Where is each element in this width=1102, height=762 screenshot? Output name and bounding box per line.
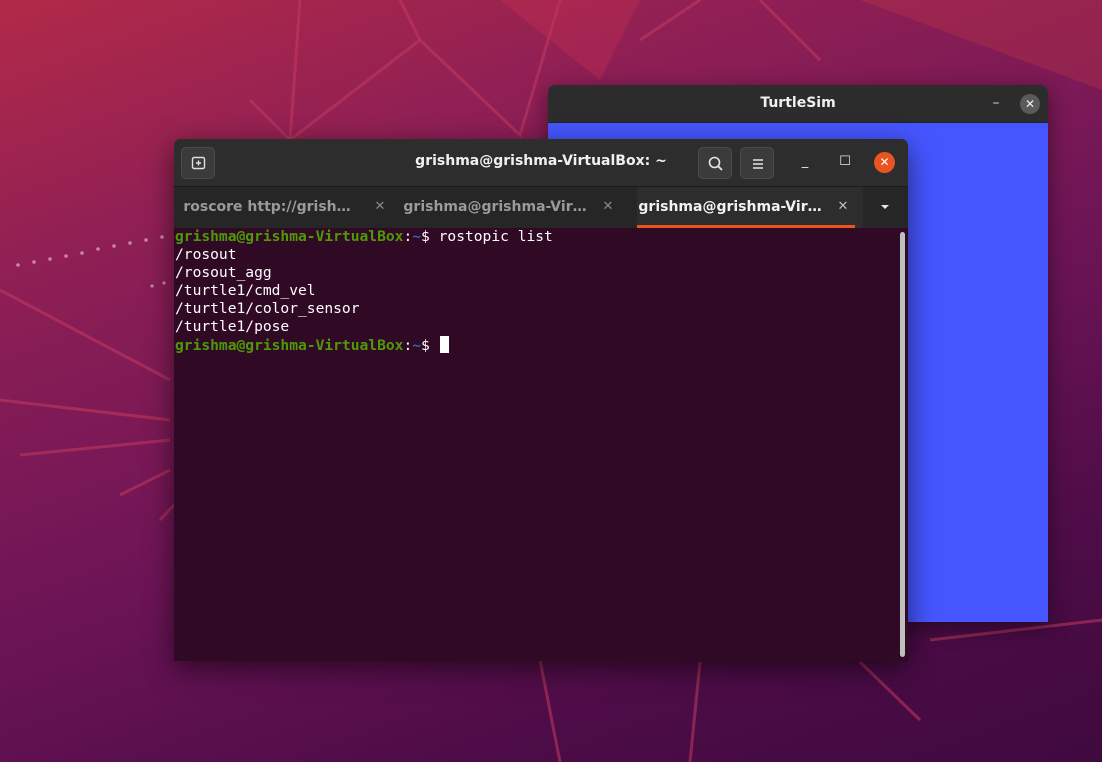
- close-button[interactable]: ✕: [874, 152, 895, 173]
- turtlesim-close-button[interactable]: ✕: [1020, 94, 1040, 114]
- prompt-path: ~: [412, 228, 422, 245]
- scrollbar[interactable]: [900, 232, 905, 657]
- terminal-line: /rosout: [175, 246, 237, 263]
- new-tab-button[interactable]: [181, 147, 215, 179]
- maximize-button[interactable]: ☐: [834, 151, 856, 173]
- terminal-headerbar[interactable]: grishma@grishma-VirtualBox: ~ _ ☐ ✕: [174, 139, 908, 186]
- terminal-line: /turtle1/color_sensor: [175, 300, 360, 317]
- terminal-line: /turtle1/cmd_vel: [175, 282, 316, 299]
- tab-close-icon[interactable]: ✕: [834, 198, 852, 216]
- terminal-line: grishma@grishma-VirtualBox:~$ rostopic l…: [175, 228, 553, 246]
- prompt-symbol: $: [421, 228, 439, 245]
- chevron-down-icon: [881, 205, 889, 209]
- search-icon: [708, 156, 723, 171]
- prompt-user-host: grishma@grishma-VirtualBox: [175, 337, 404, 354]
- tab-roscore[interactable]: roscore http://grish… ✕: [174, 187, 400, 228]
- terminal-output[interactable]: grishma@grishma-VirtualBox:~$ rostopic l…: [174, 228, 908, 661]
- terminal-line: grishma@grishma-VirtualBox:~$: [175, 336, 553, 355]
- search-button[interactable]: [698, 147, 732, 179]
- tab-bar: roscore http://grish… ✕ grishma@grishma-…: [174, 186, 908, 228]
- tab-label: roscore http://grish…: [183, 199, 351, 215]
- terminal-text: grishma@grishma-VirtualBox:~$ rostopic l…: [175, 228, 553, 355]
- prompt-separator: :: [403, 228, 413, 245]
- tab-close-icon[interactable]: ✕: [599, 198, 617, 216]
- tab-list-dropdown-button[interactable]: [876, 198, 894, 216]
- tab-terminal-2[interactable]: grishma@grishma-Vir… ✕: [402, 187, 628, 228]
- tab-close-icon[interactable]: ✕: [371, 198, 389, 216]
- terminal-window[interactable]: grishma@grishma-VirtualBox: ~ _ ☐ ✕ rosc…: [174, 139, 908, 661]
- tab-label: grishma@grishma-Vir…: [638, 199, 822, 215]
- turtlesim-titlebar[interactable]: TurtleSim – ✕: [548, 85, 1048, 123]
- minimize-button[interactable]: _: [794, 151, 816, 173]
- prompt-user-host: grishma@grishma-VirtualBox: [175, 228, 404, 245]
- prompt-path: ~: [412, 337, 422, 354]
- hamburger-menu-icon: [753, 159, 763, 169]
- command-text: rostopic list: [438, 228, 553, 245]
- prompt-separator: :: [403, 337, 413, 354]
- terminal-title: grishma@grishma-VirtualBox: ~: [415, 153, 667, 169]
- text-cursor: [439, 336, 449, 353]
- tab-terminal-3[interactable]: grishma@grishma-Vir… ✕: [637, 187, 863, 228]
- prompt-symbol: $: [421, 337, 439, 354]
- tab-label: grishma@grishma-Vir…: [403, 199, 587, 215]
- terminal-line: /rosout_agg: [175, 264, 272, 281]
- menu-button[interactable]: [740, 147, 774, 179]
- turtlesim-title: TurtleSim: [760, 95, 836, 111]
- terminal-line: /turtle1/pose: [175, 318, 290, 335]
- turtlesim-minimize-button[interactable]: –: [988, 94, 1004, 112]
- new-tab-icon: [191, 156, 206, 170]
